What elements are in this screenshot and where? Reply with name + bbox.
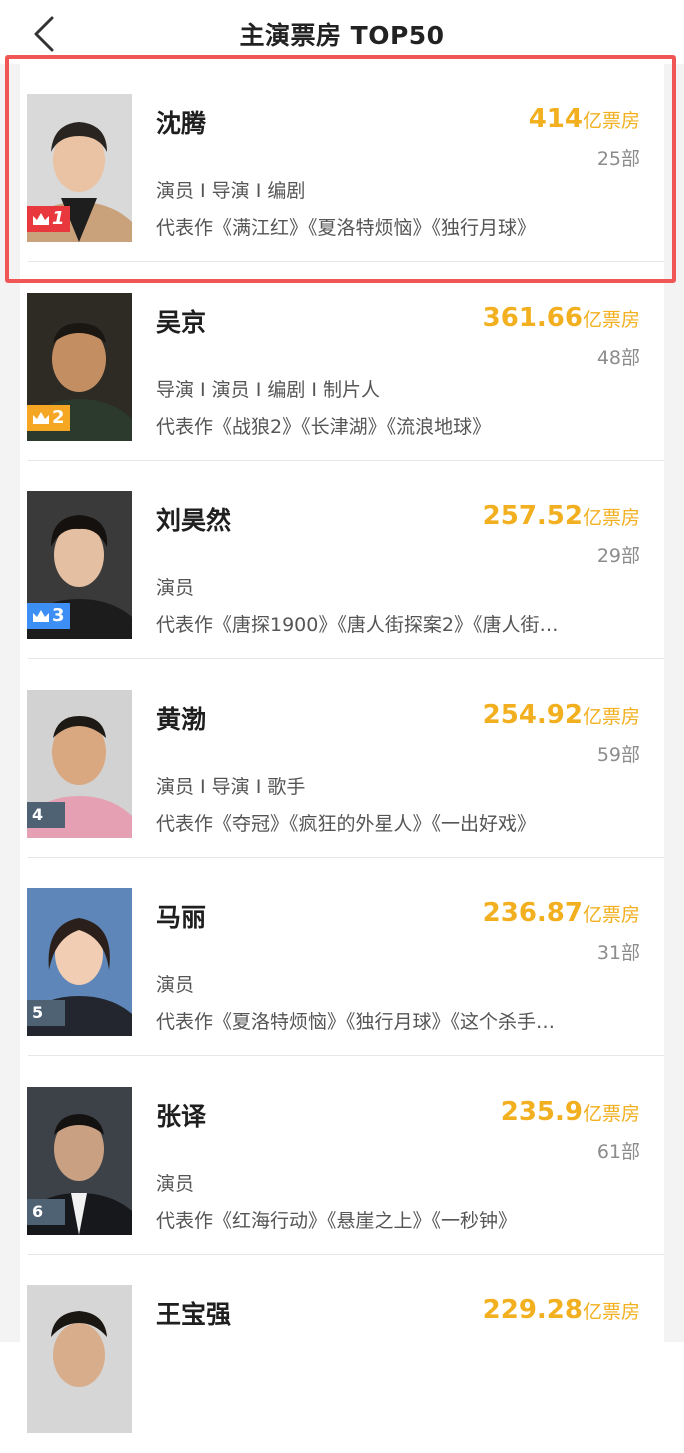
rank-badge: 4 <box>27 802 65 828</box>
rank-number: 3 <box>52 605 65 626</box>
rank-badge: 3 <box>27 603 70 629</box>
list-item[interactable]: 2 吴京 361.66亿票房 48部 导演 I 演员 I 编剧 I 制片人 代表… <box>20 263 664 461</box>
film-count: 61部 <box>596 1141 640 1163</box>
row-divider <box>28 261 664 262</box>
box-office: 254.92亿票房 <box>483 700 640 730</box>
representative-works: 代表作《战狼2》《长津湖》《流浪地球》 <box>156 416 492 438</box>
actor-roles: 导演 I 演员 I 编剧 I 制片人 <box>156 379 381 401</box>
rank-number: 1 <box>52 208 65 229</box>
representative-works: 代表作《红海行动》《悬崖之上》《一秒钟》 <box>156 1210 518 1232</box>
list-item[interactable]: 王宝强 229.28亿票房 <box>20 1255 664 1453</box>
rank-number: 2 <box>52 407 65 428</box>
box-office-value: 254.92 <box>482 700 583 730</box>
actor-name: 沈腾 <box>156 109 207 138</box>
list-item[interactable]: 1 沈腾 414亿票房 25部 演员 I 导演 I 编剧 代表作《满江红》《夏洛… <box>20 64 664 262</box>
box-office-value: 257.52 <box>482 501 583 531</box>
box-office-unit: 亿票房 <box>582 904 640 926</box>
box-office-value: 361.66 <box>482 303 583 333</box>
crown-icon <box>33 412 49 424</box>
crown-icon <box>33 610 49 622</box>
representative-works: 代表作《唐探1900》《唐人街探案2》《唐人街… <box>156 614 559 636</box>
crown-icon <box>33 213 49 225</box>
avatar <box>27 1285 132 1433</box>
box-office-value: 235.9 <box>500 1097 583 1127</box>
actor-roles: 演员 <box>156 1173 195 1195</box>
row-divider <box>28 658 664 659</box>
list-item[interactable]: 3 刘昊然 257.52亿票房 29部 演员 代表作《唐探1900》《唐人街探案… <box>20 461 664 659</box>
rank-number: 5 <box>32 1003 44 1022</box>
avatar: 6 <box>27 1087 132 1235</box>
box-office: 257.52亿票房 <box>483 501 640 531</box>
actor-name: 马丽 <box>156 903 207 932</box>
avatar: 2 <box>27 293 132 441</box>
box-office: 235.9亿票房 <box>501 1097 640 1127</box>
box-office-unit: 亿票房 <box>582 507 640 529</box>
film-count: 29部 <box>596 545 640 567</box>
avatar: 3 <box>27 491 132 639</box>
left-margin <box>0 0 20 1342</box>
box-office: 414亿票房 <box>529 104 640 134</box>
rank-badge: 5 <box>27 1000 65 1026</box>
right-margin <box>664 0 684 1342</box>
box-office-value: 229.28 <box>482 1295 583 1325</box>
list-item[interactable]: 5 马丽 236.87亿票房 31部 演员 代表作《夏洛特烦恼》《独行月球》《这… <box>20 858 664 1056</box>
actor-name: 刘昊然 <box>156 506 232 535</box>
rank-badge: 2 <box>27 405 70 431</box>
header-bar: 主演票房 TOP50 <box>0 0 684 64</box>
rank-badge: 6 <box>27 1199 65 1225</box>
rank-number: 6 <box>32 1202 44 1221</box>
box-office-unit: 亿票房 <box>582 1301 640 1323</box>
box-office-unit: 亿票房 <box>582 706 640 728</box>
rank-number: 4 <box>32 805 44 824</box>
actor-name: 吴京 <box>156 308 207 337</box>
box-office-unit: 亿票房 <box>582 110 640 132</box>
box-office-value: 414 <box>528 104 583 134</box>
actor-roles: 演员 <box>156 577 195 599</box>
actor-roles: 演员 I 导演 I 歌手 <box>156 776 306 798</box>
avatar: 5 <box>27 888 132 1036</box>
box-office: 236.87亿票房 <box>483 898 640 928</box>
box-office-value: 236.87 <box>482 898 583 928</box>
actor-name: 黄渤 <box>156 705 207 734</box>
box-office: 361.66亿票房 <box>483 303 640 333</box>
box-office-unit: 亿票房 <box>582 309 640 331</box>
avatar: 4 <box>27 690 132 838</box>
film-count: 31部 <box>596 942 640 964</box>
box-office-unit: 亿票房 <box>582 1103 640 1125</box>
representative-works: 代表作《夏洛特烦恼》《独行月球》《这个杀手… <box>156 1011 556 1033</box>
film-count: 59部 <box>596 744 640 766</box>
actor-name: 王宝强 <box>156 1300 232 1329</box>
representative-works: 代表作《满江红》《夏洛特烦恼》《独行月球》 <box>156 217 537 239</box>
actor-roles: 演员 I 导演 I 编剧 <box>156 180 306 202</box>
rank-badge: 1 <box>27 206 70 232</box>
box-office: 229.28亿票房 <box>483 1295 640 1325</box>
film-count: 25部 <box>596 148 640 170</box>
row-divider <box>28 1055 664 1056</box>
representative-works: 代表作《夺冠》《疯狂的外星人》《一出好戏》 <box>156 813 537 835</box>
film-count: 48部 <box>596 347 640 369</box>
list-item[interactable]: 6 张译 235.9亿票房 61部 演员 代表作《红海行动》《悬崖之上》《一秒钟… <box>20 1057 664 1255</box>
actor-roles: 演员 <box>156 974 195 996</box>
avatar: 1 <box>27 94 132 242</box>
list-item[interactable]: 4 黄渤 254.92亿票房 59部 演员 I 导演 I 歌手 代表作《夺冠》《… <box>20 660 664 858</box>
actor-name: 张译 <box>156 1102 207 1131</box>
page-title: 主演票房 TOP50 <box>239 21 445 50</box>
